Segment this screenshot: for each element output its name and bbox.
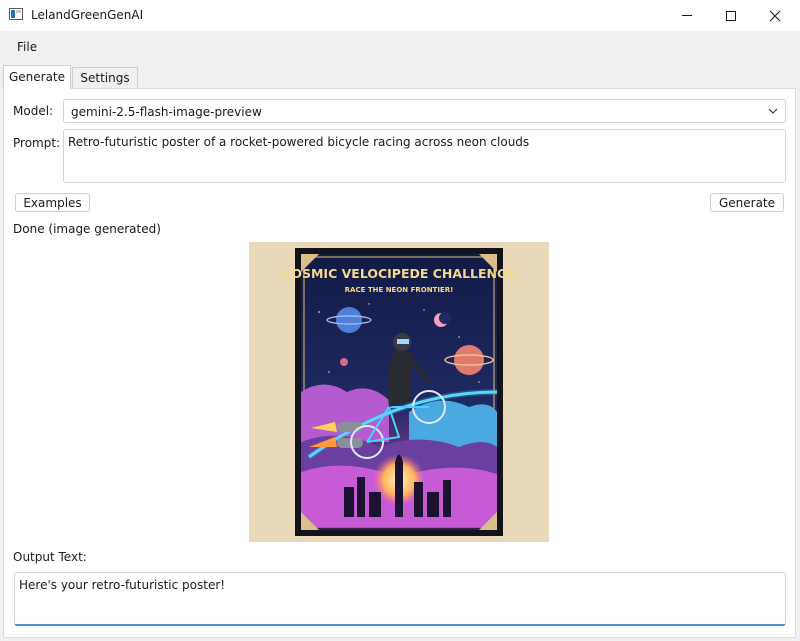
generate-button[interactable]: Generate — [710, 193, 784, 212]
app-icon — [9, 8, 23, 20]
model-select[interactable]: gemini-2.5-flash-image-preview — [63, 99, 786, 123]
tab-generate[interactable]: Generate — [3, 65, 71, 89]
tab-settings[interactable]: Settings — [72, 67, 138, 89]
tab-bar: Generate Settings — [0, 63, 800, 89]
poster-title: COSMIC VELOCIPEDE CHALLENGE — [282, 266, 516, 281]
poster-subtitle: RACE THE NEON FRONTIER! — [345, 286, 454, 294]
status-text: Done (image generated) — [13, 222, 161, 236]
prompt-input[interactable]: Retro-futuristic poster of a rocket-powe… — [63, 129, 786, 183]
output-label: Output Text: — [13, 550, 87, 564]
maximize-icon — [726, 10, 736, 21]
chevron-down-icon — [768, 108, 778, 114]
prompt-label: Prompt: — [13, 136, 61, 150]
model-value: gemini-2.5-flash-image-preview — [71, 105, 262, 119]
menu-bar: File — [0, 31, 800, 63]
output-text-field[interactable]: Here's your retro-futuristic poster! — [14, 572, 786, 626]
maximize-button[interactable] — [708, 0, 754, 31]
examples-button[interactable]: Examples — [15, 193, 90, 212]
minimize-button[interactable] — [664, 0, 710, 31]
generate-panel: Model: gemini-2.5-flash-image-preview Pr… — [3, 88, 796, 638]
window-title: LelandGreenGenAI — [31, 8, 144, 22]
close-button[interactable] — [752, 0, 798, 31]
menu-file[interactable]: File — [9, 37, 45, 57]
model-label: Model: — [13, 104, 54, 118]
title-bar: LelandGreenGenAI — [0, 0, 800, 31]
minimize-icon — [682, 15, 692, 16]
close-icon — [769, 10, 781, 21]
generated-image: COSMIC VELOCIPEDE CHALLENGE RACE THE NEO… — [249, 242, 549, 542]
